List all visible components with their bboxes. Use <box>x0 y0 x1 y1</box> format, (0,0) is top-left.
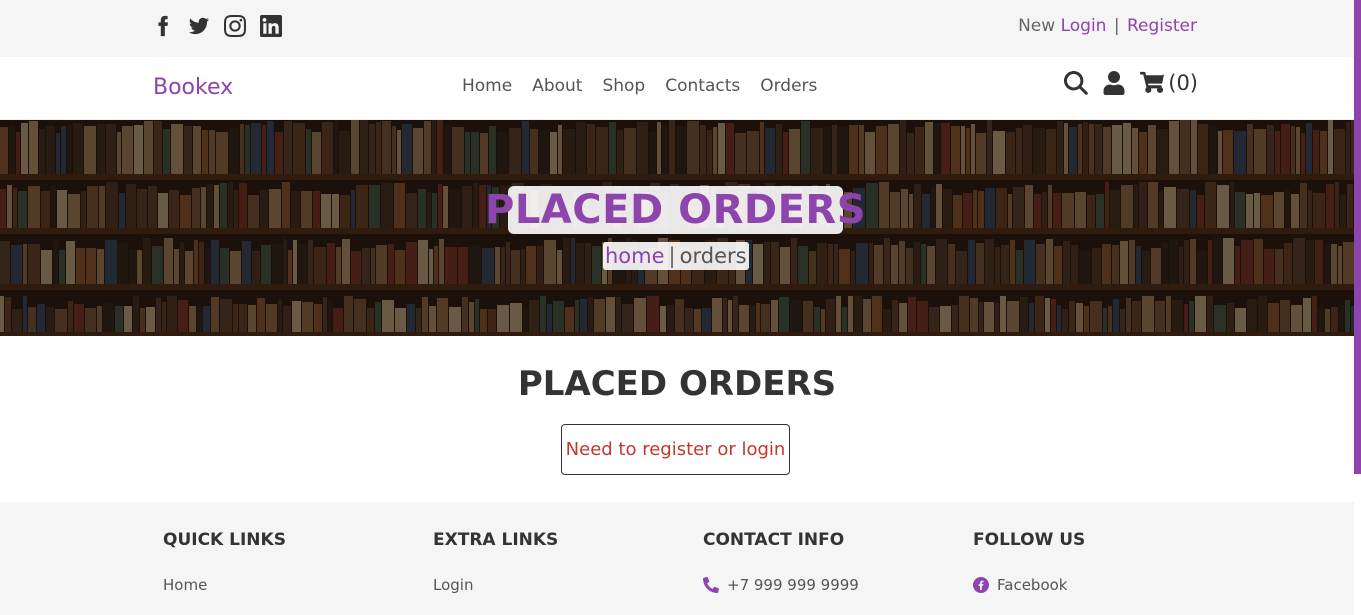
scrollbar-thumb[interactable] <box>1354 0 1361 474</box>
instagram-icon[interactable] <box>224 14 246 38</box>
footer-contact-info: CONTACT INFO +7 999 999 9999 <box>703 530 859 594</box>
breadcrumb-home-link[interactable]: home <box>605 244 665 268</box>
footer-heading-follow-us: FOLLOW US <box>973 530 1086 550</box>
search-icon[interactable] <box>1064 71 1089 95</box>
footer-heading-quick-links: QUICK LINKS <box>163 530 286 550</box>
breadcrumb-separator: | <box>668 244 676 268</box>
auth-links: New Login | Register <box>1018 16 1197 36</box>
page-title: PLACED ORDERS <box>517 364 837 404</box>
main-nav: Home About Shop Contacts Orders <box>462 76 817 96</box>
user-icon[interactable] <box>1102 71 1126 95</box>
nav-shop[interactable]: Shop <box>602 76 645 96</box>
nav-orders[interactable]: Orders <box>760 76 817 96</box>
register-link[interactable]: Register <box>1127 16 1197 36</box>
cart-button[interactable]: (0) <box>1140 71 1198 95</box>
header-icons: (0) <box>1064 71 1198 95</box>
nav-contacts[interactable]: Contacts <box>665 76 740 96</box>
cart-icon <box>1140 71 1165 93</box>
footer-heading-contact-info: CONTACT INFO <box>703 530 845 550</box>
main-header: Bookex Home About Shop Contacts Orders (… <box>0 57 1361 120</box>
new-label: New <box>1018 16 1056 36</box>
breadcrumb-current: orders <box>679 244 747 268</box>
linkedin-icon[interactable] <box>260 14 282 38</box>
hero-title-box: PLACED ORDERS <box>485 186 866 234</box>
footer-link-facebook[interactable]: Facebook <box>973 576 1085 594</box>
footer-link-login[interactable]: Login <box>433 576 558 594</box>
nav-home[interactable]: Home <box>462 76 512 96</box>
footer-extra-links: EXTRA LINKS Login <box>433 530 558 594</box>
footer-heading-extra-links: EXTRA LINKS <box>433 530 559 550</box>
auth-separator: | <box>1113 16 1120 36</box>
footer-link-home[interactable]: Home <box>163 576 286 594</box>
phone-icon <box>703 577 719 593</box>
page-scrollbar[interactable] <box>1354 0 1361 615</box>
logo[interactable]: Bookex <box>153 75 233 100</box>
twitter-icon[interactable] <box>188 14 210 38</box>
facebook-icon[interactable] <box>152 14 174 38</box>
facebook-circle-icon <box>973 577 989 593</box>
login-link[interactable]: Login <box>1061 16 1107 36</box>
hero-banner: PLACED ORDERS home | orders <box>0 120 1354 336</box>
nav-about[interactable]: About <box>532 76 582 96</box>
footer-follow-us: FOLLOW US Facebook <box>973 530 1085 594</box>
cart-count: (0) <box>1168 71 1198 95</box>
hero-title: PLACED ORDERS <box>485 187 867 233</box>
footer-phone[interactable]: +7 999 999 9999 <box>703 576 859 594</box>
footer: QUICK LINKS Home EXTRA LINKS Login CONTA… <box>0 502 1354 615</box>
breadcrumb: home | orders <box>603 242 749 270</box>
empty-orders-message: Need to register or login <box>561 424 790 475</box>
top-bar: New Login | Register <box>0 0 1361 57</box>
social-links <box>152 14 282 38</box>
footer-quick-links: QUICK LINKS Home <box>163 530 286 594</box>
